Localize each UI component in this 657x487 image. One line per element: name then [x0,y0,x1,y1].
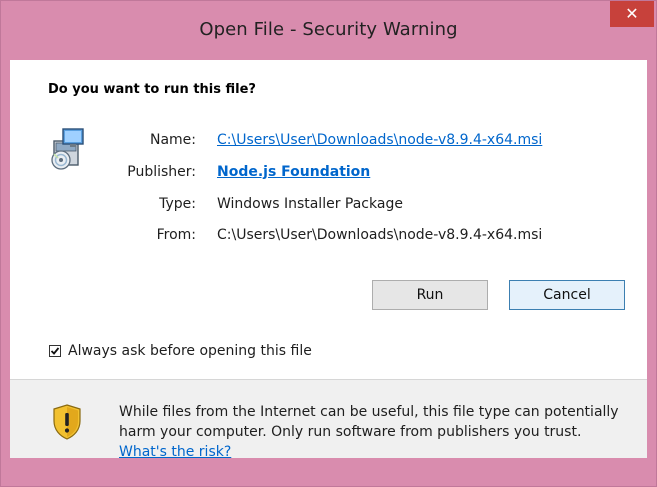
window-title: Open File - Security Warning [199,19,458,40]
publisher-link[interactable]: Node.js Foundation [217,164,370,180]
cancel-button[interactable]: Cancel [509,280,625,310]
close-icon: ✕ [625,4,639,23]
type-label: Type: [159,196,196,212]
warning-message: While files from the Internet can be use… [119,402,639,462]
dialog-body: Do you want to run this file? Name: C:\U… [10,60,647,460]
from-label: From: [156,227,196,243]
type-value: Windows Installer Package [217,196,403,212]
title-bar[interactable]: Open File - Security Warning ✕ [1,1,656,59]
always-ask-checkbox[interactable] [49,345,61,357]
dialog-question: Do you want to run this file? [48,82,256,97]
warning-line-2: harm your computer. Only run software fr… [119,424,582,440]
name-label: Name: [149,132,196,148]
close-button[interactable]: ✕ [610,1,654,27]
from-value: C:\Users\User\Downloads\node-v8.9.4-x64.… [217,227,543,243]
dialog-window: Open File - Security Warning ✕ Do you wa… [0,0,657,487]
warning-line-1: While files from the Internet can be use… [119,404,619,420]
checkmark-icon [50,347,60,355]
run-button[interactable]: Run [372,280,488,310]
warning-shield-icon [53,404,81,440]
always-ask-label[interactable]: Always ask before opening this file [68,343,312,359]
publisher-label: Publisher: [127,164,196,180]
whats-the-risk-link[interactable]: What's the risk? [119,442,639,462]
name-link[interactable]: C:\Users\User\Downloads\node-v8.9.4-x64.… [217,132,542,148]
